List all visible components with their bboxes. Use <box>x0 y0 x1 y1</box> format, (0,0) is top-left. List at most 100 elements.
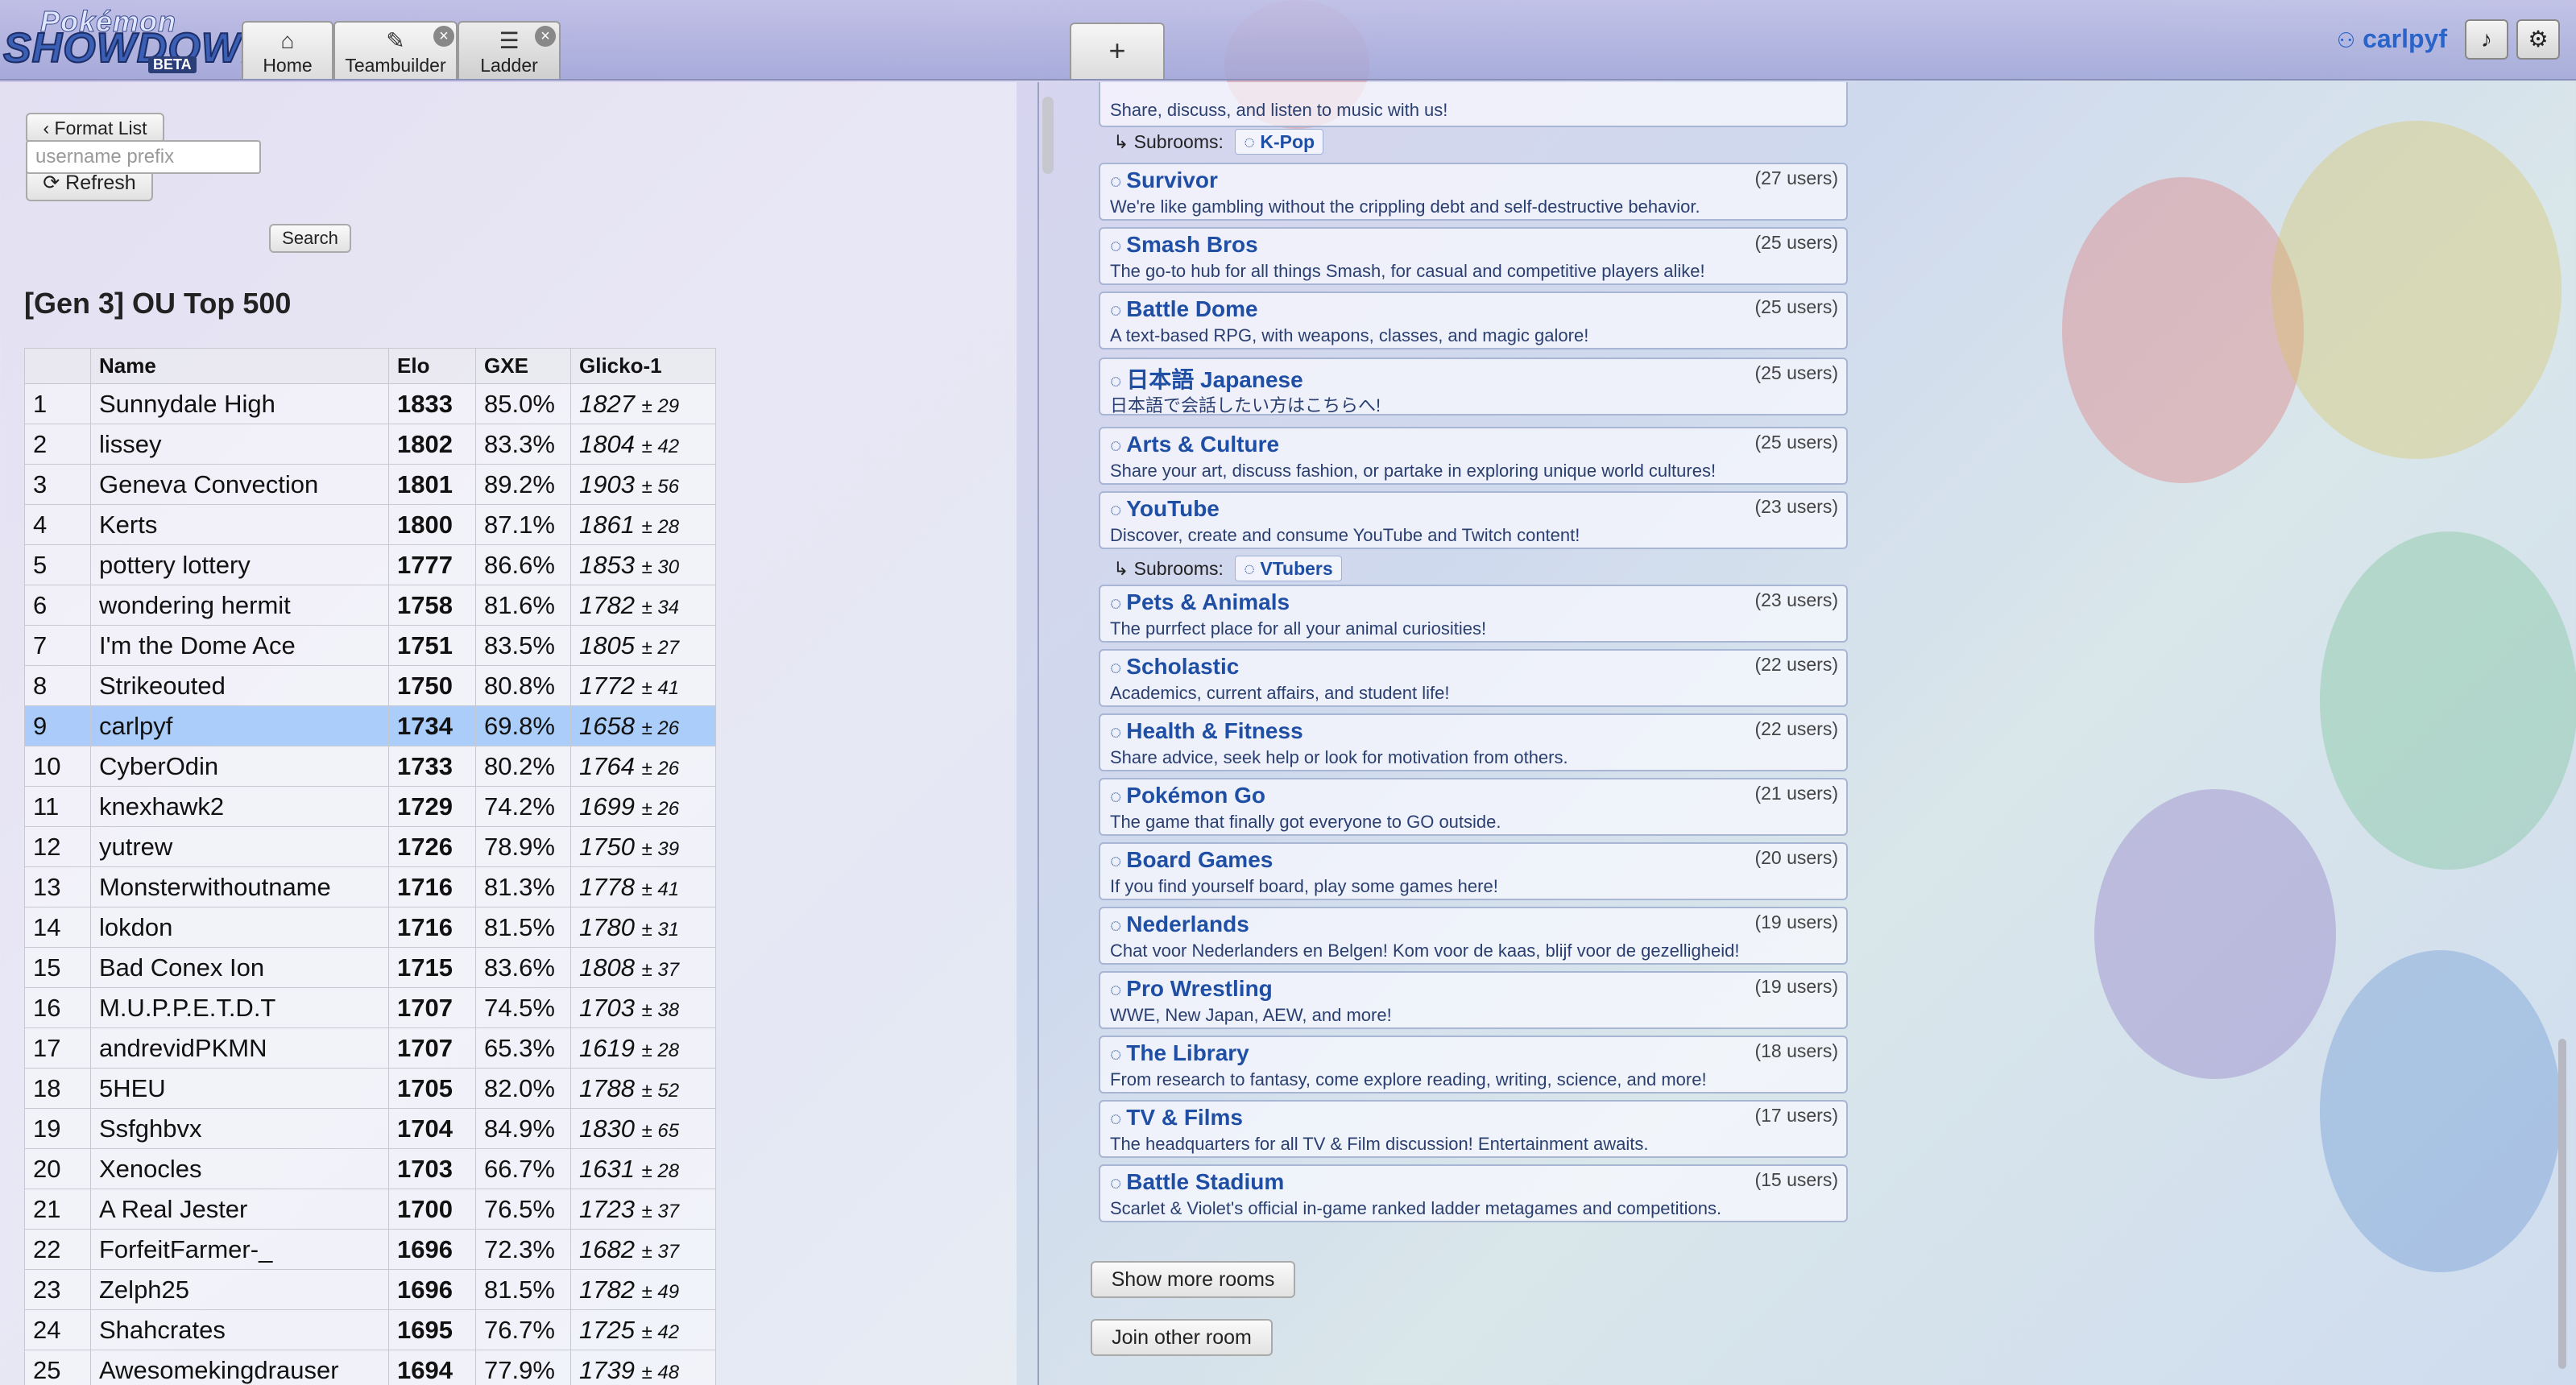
table-row: 22 ForfeitFarmer-_ 1696 72.3% 1682 ± 37 <box>24 1229 716 1270</box>
room-entry[interactable]: ◌ Battle Dome (25 users) A text-based RPG, … <box>1099 291 1848 349</box>
room-entry[interactable]: ◌ YouTube (23 users) Discover, create and c… <box>1099 491 1848 549</box>
rank-cell: 10 <box>24 746 91 787</box>
subroom-vtubers-link[interactable]: ◌ VTubers <box>1235 556 1342 581</box>
page-scrollbar[interactable] <box>2558 1039 2566 1369</box>
subrooms-label: ↳ Subrooms: <box>1113 131 1224 152</box>
player-name-link[interactable]: I'm the Dome Ace <box>90 625 389 666</box>
username-prefix-input[interactable] <box>26 140 261 174</box>
glicko-cell: 1772 ± 41 <box>570 665 716 706</box>
room-entry[interactable]: ◌ Nederlands (19 users) Chat voor Nederland… <box>1099 907 1848 965</box>
player-name-link[interactable]: knexhawk2 <box>90 786 389 827</box>
table-row: 17 andrevidPKMN 1707 65.3% 1619 ± 28 <box>24 1027 716 1069</box>
room-entry[interactable]: ◌ Pokémon Go (21 users) The game that final… <box>1099 778 1848 836</box>
close-tab-teambuilder-icon[interactable]: × <box>433 26 454 47</box>
room-name-link[interactable]: ◌ Pets & Animals <box>1110 589 1290 615</box>
show-more-rooms-button[interactable]: Show more rooms <box>1091 1261 1295 1298</box>
elo-cell: 1694 <box>388 1350 476 1385</box>
room-name-link[interactable]: ◌ Board Games <box>1110 847 1273 873</box>
tab-ladder[interactable]: ☰ Ladder × <box>458 21 561 79</box>
room-entry[interactable]: ◌ Pets & Animals (23 users) The purrfect pl… <box>1099 585 1848 643</box>
room-entry[interactable]: ◌ Scholastic (22 users) Academics, current … <box>1099 649 1848 707</box>
tab-home[interactable]: ⌂ Home <box>242 21 333 79</box>
sound-button[interactable]: ♪ <box>2465 19 2508 60</box>
glicko-deviation: ± 26 <box>641 797 680 820</box>
player-name-link[interactable]: Sunnydale High <box>90 383 389 424</box>
player-name-link[interactable]: Strikeouted <box>90 665 389 706</box>
tab-teambuilder[interactable]: ✎ Teambuilder × <box>333 21 458 79</box>
elo-cell: 1700 <box>388 1189 476 1230</box>
player-name-link[interactable]: pottery lottery <box>90 544 389 585</box>
room-name-link[interactable]: ◌ Battle Stadium <box>1110 1169 1284 1195</box>
room-name-link[interactable]: ◌ Scholastic <box>1110 654 1239 680</box>
room-name-link[interactable]: ◌ Nederlands <box>1110 912 1249 937</box>
player-name-link[interactable]: M.U.P.P.E.T.D.T <box>90 987 389 1028</box>
glicko-cell: 1723 ± 37 <box>570 1189 716 1230</box>
room-name-link[interactable]: ◌ Smash Bros <box>1110 232 1258 258</box>
player-name-link[interactable]: Zelph25 <box>90 1269 389 1310</box>
room-entry[interactable]: ◌ Arts & Culture (25 users) Share your art,… <box>1099 427 1848 485</box>
room-entry[interactable]: ◌ TV & Films (17 users) The headquarters fo… <box>1099 1100 1848 1158</box>
room-name-link[interactable]: ◌ Pro Wrestling <box>1110 976 1273 1002</box>
subroom-kpop-link[interactable]: ◌ K-Pop <box>1235 129 1324 155</box>
gxe-cell: 78.9% <box>475 826 571 867</box>
room-user-count: (25 users) <box>1754 296 1838 317</box>
room-entry[interactable]: ◌ 日本語 Japanese (25 users) 日本語で会話したい方はこちらへ! <box>1099 358 1848 416</box>
player-name-link[interactable]: Bad Conex Ion <box>90 947 389 988</box>
room-name-link[interactable]: ◌ 日本語 Japanese <box>1110 362 1303 395</box>
room-name-link[interactable]: ◌ The Library <box>1110 1040 1249 1066</box>
player-name-link[interactable]: wondering hermit <box>90 585 389 626</box>
player-name-link[interactable]: carlpyf <box>90 705 389 746</box>
player-name-link[interactable]: lissey <box>90 424 389 465</box>
panel-divider[interactable] <box>1037 82 1039 1385</box>
search-button[interactable]: Search <box>269 224 351 253</box>
room-entry[interactable]: ◌ Board Games (20 users) If you find yourse… <box>1099 842 1848 900</box>
player-name-link[interactable]: lokdon <box>90 907 389 948</box>
username-button[interactable]: ⚇ carlpyf <box>2337 24 2447 54</box>
room-name-link[interactable]: ◌ Survivor <box>1110 167 1218 193</box>
player-name-link[interactable]: Shahcrates <box>90 1309 389 1350</box>
player-name-link[interactable]: andrevidPKMN <box>90 1027 389 1069</box>
close-tab-ladder-icon[interactable]: × <box>535 26 556 47</box>
elo-cell: 1733 <box>388 746 476 787</box>
new-tab-button[interactable]: + <box>1070 23 1165 79</box>
glicko-rating: 1782 <box>579 590 635 619</box>
glicko-cell: 1788 ± 52 <box>570 1068 716 1109</box>
subrooms-label: ↳ Subrooms: <box>1113 558 1224 579</box>
gxe-cell: 81.5% <box>475 1269 571 1310</box>
glicko-cell: 1903 ± 56 <box>570 464 716 505</box>
player-name-link[interactable]: yutrew <box>90 826 389 867</box>
room-entry[interactable]: ◌ Survivor (27 users) We're like gambling w… <box>1099 163 1848 221</box>
glicko-rating: 1830 <box>579 1114 635 1143</box>
room-entry-the-studio[interactable]: Share, discuss, and listen to music with… <box>1099 82 1848 127</box>
player-name-link[interactable]: Kerts <box>90 504 389 545</box>
room-entry[interactable]: ◌ Battle Stadium (15 users) Scarlet & Viole… <box>1099 1164 1848 1222</box>
room-entry[interactable]: ◌ The Library (18 users) From research to f… <box>1099 1036 1848 1094</box>
join-other-room-button[interactable]: Join other room <box>1091 1319 1273 1356</box>
room-name-link[interactable]: ◌ Arts & Culture <box>1110 432 1279 457</box>
player-name-link[interactable]: Ssfghbvx <box>90 1108 389 1149</box>
room-name-link[interactable]: ◌ Pokémon Go <box>1110 783 1265 808</box>
room-entry[interactable]: ◌ Smash Bros (25 users) The go-to hub for a… <box>1099 227 1848 285</box>
glicko-deviation: ± 26 <box>641 757 680 779</box>
room-name-link[interactable]: ◌ Health & Fitness <box>1110 718 1303 744</box>
room-entry[interactable]: ◌ Pro Wrestling (19 users) WWE, New Japan, … <box>1099 971 1848 1029</box>
room-name-link[interactable]: ◌ TV & Films <box>1110 1105 1243 1131</box>
pokemon-showdown-logo[interactable]: Pokémon SHOWDOWN BETA <box>2 3 272 74</box>
room-entry[interactable]: ◌ Health & Fitness (22 users) Share advice,… <box>1099 713 1848 771</box>
player-name-link[interactable]: Xenocles <box>90 1148 389 1189</box>
settings-button[interactable]: ⚙ <box>2516 19 2560 60</box>
room-name: 日本語 Japanese <box>1126 367 1303 392</box>
player-name-link[interactable]: 5HEU <box>90 1068 389 1109</box>
player-name-link[interactable]: Awesomekingdrauser <box>90 1350 389 1385</box>
player-name-link[interactable]: A Real Jester <box>90 1189 389 1230</box>
player-name-link[interactable]: Monsterwithoutname <box>90 866 389 907</box>
format-list-button[interactable]: ‹ Format List <box>26 113 164 143</box>
player-name-link[interactable]: ForfeitFarmer-_ <box>90 1229 389 1270</box>
player-name-link[interactable]: CyberOdin <box>90 746 389 787</box>
ladder-scrollbar[interactable] <box>1042 97 1054 174</box>
room-name-link[interactable]: ◌ YouTube <box>1110 496 1220 522</box>
room-name-link[interactable]: ◌ Battle Dome <box>1110 296 1258 322</box>
player-name-link[interactable]: Geneva Convection <box>90 464 389 505</box>
rank-cell: 8 <box>24 665 91 706</box>
elo-cell: 1777 <box>388 544 476 585</box>
